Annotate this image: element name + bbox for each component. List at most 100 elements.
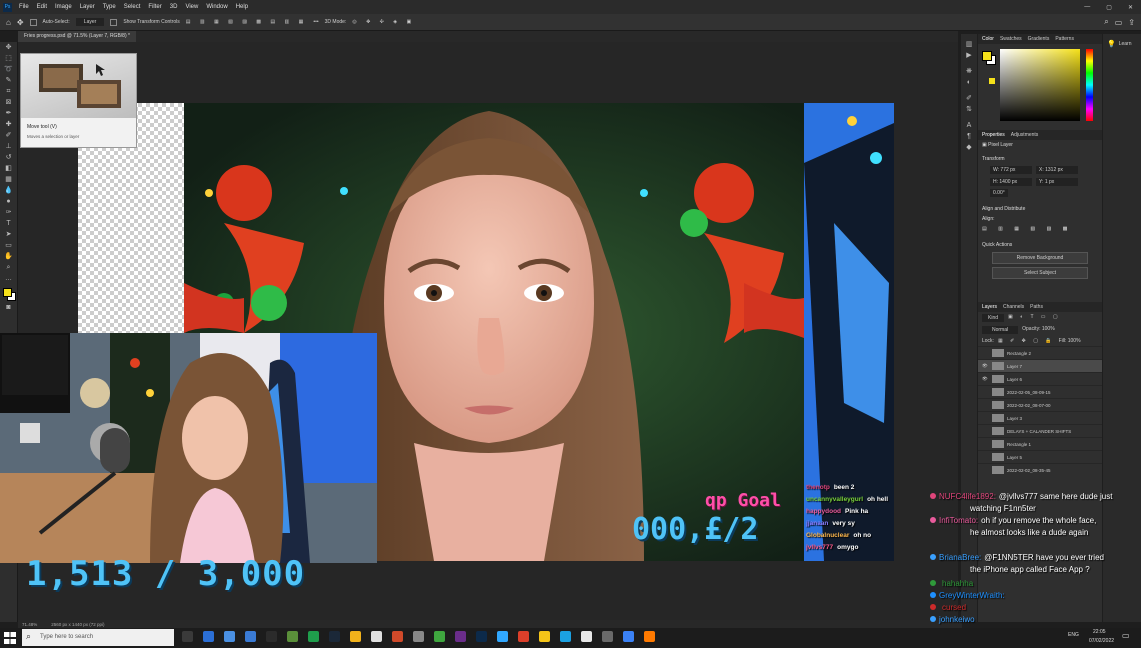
dodge-tool-icon[interactable]: ●	[3, 197, 14, 207]
paragraph-icon[interactable]: ¶	[964, 132, 975, 142]
eraser-tool-icon[interactable]: ◧	[3, 164, 14, 174]
move-tool-icon[interactable]: ✥	[17, 18, 24, 27]
minimize-icon[interactable]: —	[1076, 4, 1098, 10]
taskbar-app-icon[interactable]	[518, 631, 529, 642]
taskbar-app-icon[interactable]	[539, 631, 550, 642]
gradient-tool-icon[interactable]: ▦	[3, 175, 14, 185]
taskbar-app-icon[interactable]	[644, 631, 655, 642]
blend-mode-dropdown[interactable]: Normal	[982, 326, 1019, 334]
align-buttons[interactable]: ▤ ▥ ▦ ▧ ▨ ▩	[978, 224, 1102, 234]
pen-tool-icon[interactable]: ✑	[3, 208, 14, 218]
notification-icon[interactable]: ▭	[1122, 631, 1130, 640]
angle-field[interactable]: 0.00°	[990, 189, 1008, 197]
tab-adjustments[interactable]: Adjustments	[1011, 132, 1039, 138]
character-icon[interactable]: A	[964, 121, 975, 131]
width-field[interactable]: W: 772 px	[990, 166, 1032, 174]
start-button[interactable]	[4, 632, 16, 644]
layer-row[interactable]: 2022-02-05_08-09-15	[978, 385, 1102, 398]
document-tab[interactable]: Fries progress.psd @ 71.5% (Layer 7, RGB…	[18, 31, 136, 42]
fill-field[interactable]: Fill: 100%	[1059, 338, 1081, 344]
layer-row[interactable]: Rectangle 2	[978, 346, 1102, 359]
taskbar-app-icon[interactable]	[476, 631, 487, 642]
warning-icon[interactable]	[989, 78, 995, 84]
menu-select[interactable]: Select	[120, 4, 145, 10]
tab-channels[interactable]: Channels	[1003, 304, 1024, 310]
color-swatches[interactable]	[0, 286, 17, 302]
libraries-icon[interactable]: ❋	[964, 67, 975, 77]
move-tool-icon[interactable]: ✥	[3, 43, 14, 53]
y-field[interactable]: Y: 1 px	[1036, 178, 1078, 186]
layer-row[interactable]: Layer 3	[978, 411, 1102, 424]
tab-gradients[interactable]: Gradients	[1028, 36, 1050, 42]
tab-layers[interactable]: Layers	[982, 304, 997, 310]
history-icon[interactable]: ▥	[964, 40, 975, 50]
menu-image[interactable]: Image	[51, 4, 76, 10]
blur-tool-icon[interactable]: 💧	[3, 186, 14, 196]
chat-username[interactable]: GreyWinterWraith:	[939, 591, 1005, 600]
menu-view[interactable]: View	[181, 4, 202, 10]
tab-paths[interactable]: Paths	[1030, 304, 1043, 310]
taskbar-app-icon[interactable]	[413, 631, 424, 642]
history-brush-icon[interactable]: ↺	[3, 153, 14, 163]
saturation-field[interactable]	[1000, 49, 1080, 121]
color-picker[interactable]	[978, 44, 1102, 130]
tab-swatches[interactable]: Swatches	[1000, 36, 1022, 42]
align-icons[interactable]: ▤ ▥ ▦ ▧ ▨ ▩ ▤ ▥ ▦	[186, 19, 308, 25]
more-tools-icon[interactable]: …	[3, 274, 14, 284]
chat-username[interactable]: BrianaBree:	[939, 553, 981, 562]
taskbar-app-icon[interactable]	[182, 631, 193, 642]
select-subject-button[interactable]: Select Subject	[992, 267, 1088, 279]
chat-username[interactable]: NUFC4life1892:	[939, 492, 996, 501]
zoom-level[interactable]: 71.48%	[22, 622, 37, 627]
lock-icons[interactable]: ▦ ✐ ✥ ▢ 🔒	[998, 338, 1055, 344]
close-icon[interactable]: ✕	[1120, 4, 1141, 11]
taskbar-app-icon[interactable]	[560, 631, 571, 642]
tab-patterns[interactable]: Patterns	[1055, 36, 1074, 42]
brush-settings-icon[interactable]: ✐	[964, 94, 975, 104]
taskbar-app-icon[interactable]	[266, 631, 277, 642]
maximize-icon[interactable]: ▢	[1098, 4, 1120, 11]
eyedropper-tool-icon[interactable]: ✒	[3, 109, 14, 119]
ps-logo-icon[interactable]: Ps	[3, 2, 12, 12]
taskbar-app-icon[interactable]	[350, 631, 361, 642]
taskbar-app-icon[interactable]	[308, 631, 319, 642]
layer-row[interactable]: Rectangle 1	[978, 437, 1102, 450]
height-field[interactable]: H: 1400 px	[990, 178, 1032, 186]
quick-mask-icon[interactable]: ◙	[3, 303, 14, 313]
taskbar-app-icon[interactable]	[224, 631, 235, 642]
remove-background-button[interactable]: Remove Background	[992, 252, 1088, 264]
3d-icons[interactable]: ◎ ✥ ✣ ◈ ▣	[352, 19, 415, 25]
taskbar-app-icon[interactable]	[602, 631, 613, 642]
more-icon[interactable]: •••	[313, 19, 318, 25]
share-icon[interactable]: ⇪	[1128, 18, 1141, 27]
filter-icons[interactable]: ▣ ◐ T ▭ ▢	[1008, 314, 1061, 322]
taskbar-app-icon[interactable]	[392, 631, 403, 642]
path-select-tool-icon[interactable]: ➤	[3, 230, 14, 240]
taskbar-search-input[interactable]: Type here to search	[22, 629, 174, 646]
menu-type[interactable]: Type	[99, 4, 120, 10]
fg-swatch[interactable]	[982, 51, 992, 61]
menu-window[interactable]: Window	[202, 4, 231, 10]
tray-language[interactable]: ENG	[1068, 632, 1079, 638]
layer-row[interactable]: Layer 5	[978, 450, 1102, 463]
workspace-icon[interactable]: ▭	[1115, 18, 1123, 27]
menu-edit[interactable]: Edit	[33, 4, 51, 10]
layer-row[interactable]: DELAYS + CALANDER SHIFTS	[978, 424, 1102, 437]
marquee-tool-icon[interactable]: ⬚	[3, 54, 14, 64]
transform-checkbox[interactable]	[110, 18, 118, 26]
learn-tab[interactable]: 💡 Learn	[1103, 34, 1141, 54]
search-icon[interactable]: ⌕	[1104, 17, 1108, 27]
tab-color[interactable]: Color	[982, 36, 994, 42]
tab-properties[interactable]: Properties	[982, 132, 1005, 138]
taskbar-app-icon[interactable]	[497, 631, 508, 642]
menu-filter[interactable]: Filter	[144, 4, 165, 10]
tray-time[interactable]: 22:05	[1093, 629, 1106, 635]
kind-filter-dropdown[interactable]: Kind	[982, 314, 1005, 322]
menu-help[interactable]: Help	[232, 4, 252, 10]
layer-dropdown[interactable]: Layer	[75, 18, 105, 26]
taskbar-app-icon[interactable]	[203, 631, 214, 642]
menu-3d[interactable]: 3D	[166, 4, 182, 10]
layer-row[interactable]: 👁 Layer 7	[978, 359, 1102, 372]
visibility-eye-icon[interactable]: 👁	[982, 376, 989, 382]
layer-row[interactable]: 2022-02-02_08-35-45	[978, 463, 1102, 476]
